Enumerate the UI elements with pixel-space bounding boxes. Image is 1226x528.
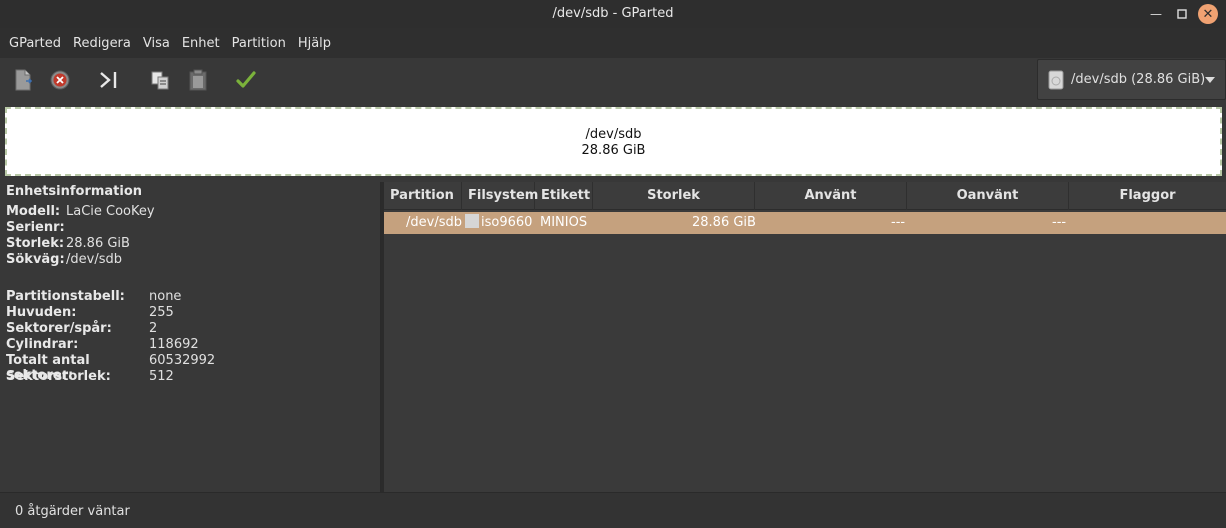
info-row-serial: Serienr:	[6, 220, 66, 236]
minimize-icon: —	[1150, 7, 1162, 21]
menu-edit[interactable]: Redigera	[67, 36, 137, 51]
info-key: Totalt antal sektorer:	[6, 353, 90, 383]
device-info-heading: Enhetsinformation	[6, 184, 143, 199]
column-header-partition[interactable]: Partition	[384, 182, 462, 210]
disk-graphic-size: 28.86 GiB	[581, 143, 646, 158]
close-button[interactable]: ✕	[1198, 4, 1218, 24]
info-row-total-sectors: Totalt antal sektorer: 60532992	[6, 353, 216, 383]
device-info-panel: Enhetsinformation Modell: LaCie CooKey S…	[0, 182, 381, 492]
table-header: Partition Filsystem Etikett Storlek Anvä…	[384, 182, 1226, 210]
copy-button[interactable]	[146, 66, 174, 94]
close-icon: ✕	[1202, 6, 1214, 22]
copy-icon	[151, 71, 169, 90]
info-value: 255	[149, 305, 174, 320]
drive-icon	[1048, 70, 1064, 89]
cell-size: 28.86 GiB	[692, 215, 756, 230]
cell-filesystem-text: iso9660	[481, 215, 533, 230]
column-header-unused[interactable]: Oanvänt	[907, 182, 1069, 210]
cell-unused: ---	[1052, 215, 1067, 230]
info-value: /dev/sdb	[66, 252, 122, 267]
info-key: Sökväg:	[6, 252, 65, 267]
toolbar: /dev/sdb (28.86 GiB)	[0, 58, 1226, 104]
info-row-path: Sökväg: /dev/sdb	[6, 252, 122, 268]
info-row-cylinders: Cylindrar: 118692	[6, 337, 199, 353]
info-value: 60532992	[149, 353, 216, 368]
info-key: Serienr:	[6, 220, 65, 235]
column-header-label[interactable]: Etikett	[535, 182, 593, 210]
menu-device[interactable]: Enhet	[176, 36, 226, 51]
info-key: Modell:	[6, 204, 61, 219]
minimize-button[interactable]: —	[1146, 4, 1166, 24]
menu-gparted[interactable]: GParted	[3, 36, 67, 51]
info-key: Partitionstabell:	[6, 289, 125, 304]
info-row-heads: Huvuden: 255	[6, 305, 174, 321]
cell-partition: /dev/sdb	[406, 215, 462, 230]
filesystem-color-swatch	[465, 214, 479, 228]
window-title: /dev/sdb - GParted	[552, 6, 674, 21]
menu-help[interactable]: Hjälp	[292, 36, 337, 51]
title-bar: /dev/sdb - GParted — ✕	[0, 0, 1226, 28]
disk-graphic[interactable]: /dev/sdb 28.86 GiB	[5, 107, 1222, 176]
apply-button[interactable]	[232, 66, 260, 94]
check-icon	[236, 71, 256, 88]
info-value: 2	[149, 321, 158, 336]
info-value: none	[149, 289, 182, 304]
info-key: Storlek:	[6, 236, 65, 251]
info-value: 512	[149, 369, 174, 384]
resize-move-button[interactable]	[95, 66, 123, 94]
paste-icon	[189, 69, 207, 91]
info-key: Sektorer/spår:	[6, 321, 112, 336]
table-row[interactable]: /dev/sdb iso9660 MINIOS 28.86 GiB --- --…	[384, 212, 1226, 234]
new-partition-icon	[15, 69, 33, 91]
info-key: Sektorstorlek:	[6, 369, 111, 384]
column-header-filesystem[interactable]: Filsystem	[462, 182, 538, 210]
maximize-button[interactable]	[1172, 4, 1192, 24]
disk-graphic-name: /dev/sdb	[585, 127, 642, 142]
device-selector[interactable]: /dev/sdb (28.86 GiB)	[1037, 59, 1226, 100]
menu-bar: GParted Redigera Visa Enhet Partition Hj…	[0, 28, 1226, 58]
new-partition-button[interactable]	[9, 66, 37, 94]
cell-label: MINIOS	[540, 215, 588, 230]
info-row-partition-table: Partitionstabell: none	[6, 289, 181, 305]
info-value: 118692	[149, 337, 199, 352]
info-row-sectors-track: Sektorer/spår: 2	[6, 321, 157, 337]
info-row-size: Storlek: 28.86 GiB	[6, 236, 130, 252]
maximize-icon	[1177, 9, 1187, 19]
info-row-model: Modell: LaCie CooKey	[6, 204, 155, 220]
cell-used: ---	[891, 215, 906, 230]
column-header-flags[interactable]: Flaggor	[1069, 182, 1226, 210]
delete-partition-icon	[50, 70, 70, 90]
status-bar: 0 åtgärder väntar	[0, 492, 1226, 528]
paste-button[interactable]	[184, 66, 212, 94]
info-value: LaCie CooKey	[66, 204, 155, 219]
info-key: Huvuden:	[6, 305, 77, 320]
info-key: Cylindrar:	[6, 337, 79, 352]
partition-table: Partition Filsystem Etikett Storlek Anvä…	[384, 182, 1226, 492]
delete-partition-button[interactable]	[46, 66, 74, 94]
menu-partition[interactable]: Partition	[226, 36, 292, 51]
info-row-sector-size: Sektorstorlek: 512	[6, 369, 174, 385]
resize-move-icon	[100, 72, 117, 88]
menu-view[interactable]: Visa	[137, 36, 176, 51]
chevron-down-icon	[1205, 77, 1215, 83]
pending-operations-status: 0 åtgärder väntar	[15, 504, 130, 519]
cell-filesystem: iso9660	[465, 212, 532, 234]
device-selector-label: /dev/sdb (28.86 GiB)	[1071, 72, 1206, 87]
column-header-size[interactable]: Storlek	[593, 182, 755, 210]
column-header-used[interactable]: Använt	[755, 182, 907, 210]
info-value: 28.86 GiB	[66, 236, 130, 251]
